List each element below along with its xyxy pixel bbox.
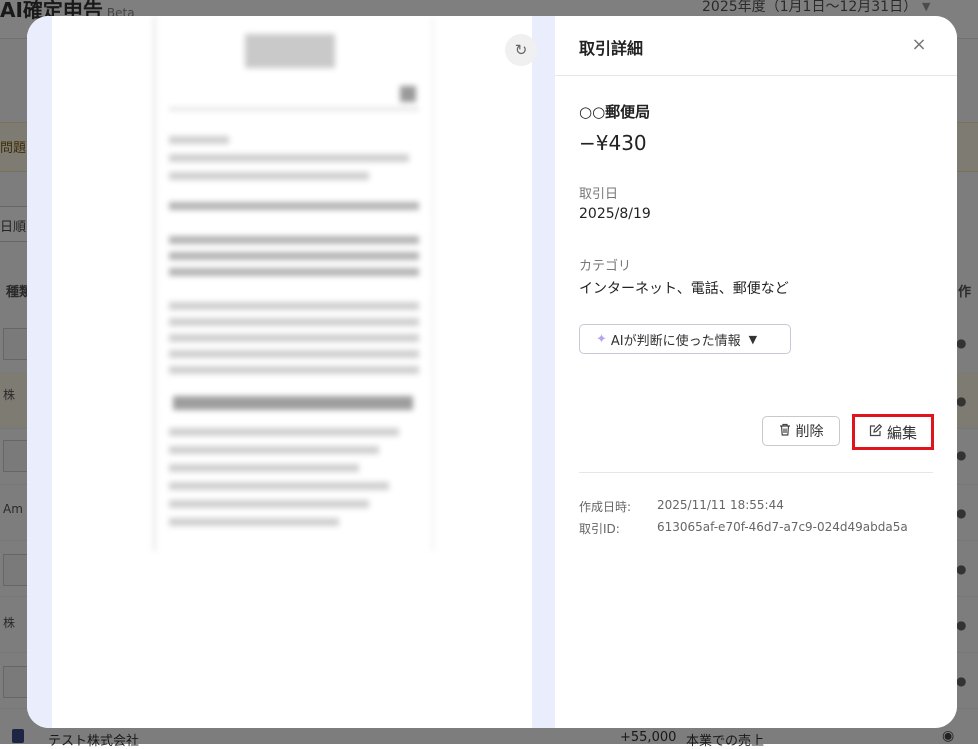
close-button[interactable]: × xyxy=(907,33,931,57)
trash-icon xyxy=(779,423,791,440)
edit-label: 編集 xyxy=(886,423,917,442)
ai-info-label: AIが判断に使った情報 xyxy=(610,333,741,349)
close-icon: × xyxy=(911,34,927,55)
created-value: 2025/11/11 18:55:44 xyxy=(657,498,784,512)
receipt-image xyxy=(154,16,433,551)
modal-title: 取引詳細 xyxy=(579,39,644,58)
preview-rail-left xyxy=(27,16,52,728)
delete-button[interactable]: 削除 xyxy=(762,416,840,446)
transaction-id-value: 613065af-e70f-46d7-a7c9-024d49abda5a xyxy=(657,520,908,534)
vendor-name: ○○郵便局 xyxy=(579,103,651,121)
category-label: カテゴリ xyxy=(579,259,632,274)
rotate-icon: ↻ xyxy=(514,41,528,59)
divider xyxy=(579,472,933,473)
transaction-detail-modal: ↻ 取引詳細 × ○○郵便局 −¥430 取引日 2025/8/19 カテゴリ … xyxy=(27,16,957,728)
sparkle-icon: ✦ xyxy=(596,331,607,347)
category-value: インターネット、電話、郵便など xyxy=(579,281,789,297)
transaction-amount: −¥430 xyxy=(579,131,647,155)
transaction-id-label: 取引ID: xyxy=(579,522,620,536)
receipt-preview-pane: ↻ xyxy=(27,16,555,728)
date-label: 取引日 xyxy=(579,187,619,202)
date-value: 2025/8/19 xyxy=(579,206,651,222)
edit-icon xyxy=(869,423,883,441)
ai-info-button[interactable]: ✦ AIが判断に使った情報 ▼ xyxy=(579,324,791,354)
preview-rail-right xyxy=(532,16,555,728)
edit-button[interactable]: 編集 xyxy=(852,414,934,450)
chevron-down-icon: ▼ xyxy=(748,332,758,346)
rotate-button[interactable]: ↻ xyxy=(505,34,537,66)
created-label: 作成日時: xyxy=(579,500,632,514)
detail-pane: 取引詳細 × ○○郵便局 −¥430 取引日 2025/8/19 カテゴリ イン… xyxy=(555,16,957,728)
delete-label: 削除 xyxy=(795,424,824,440)
detail-header: 取引詳細 × xyxy=(555,16,957,76)
